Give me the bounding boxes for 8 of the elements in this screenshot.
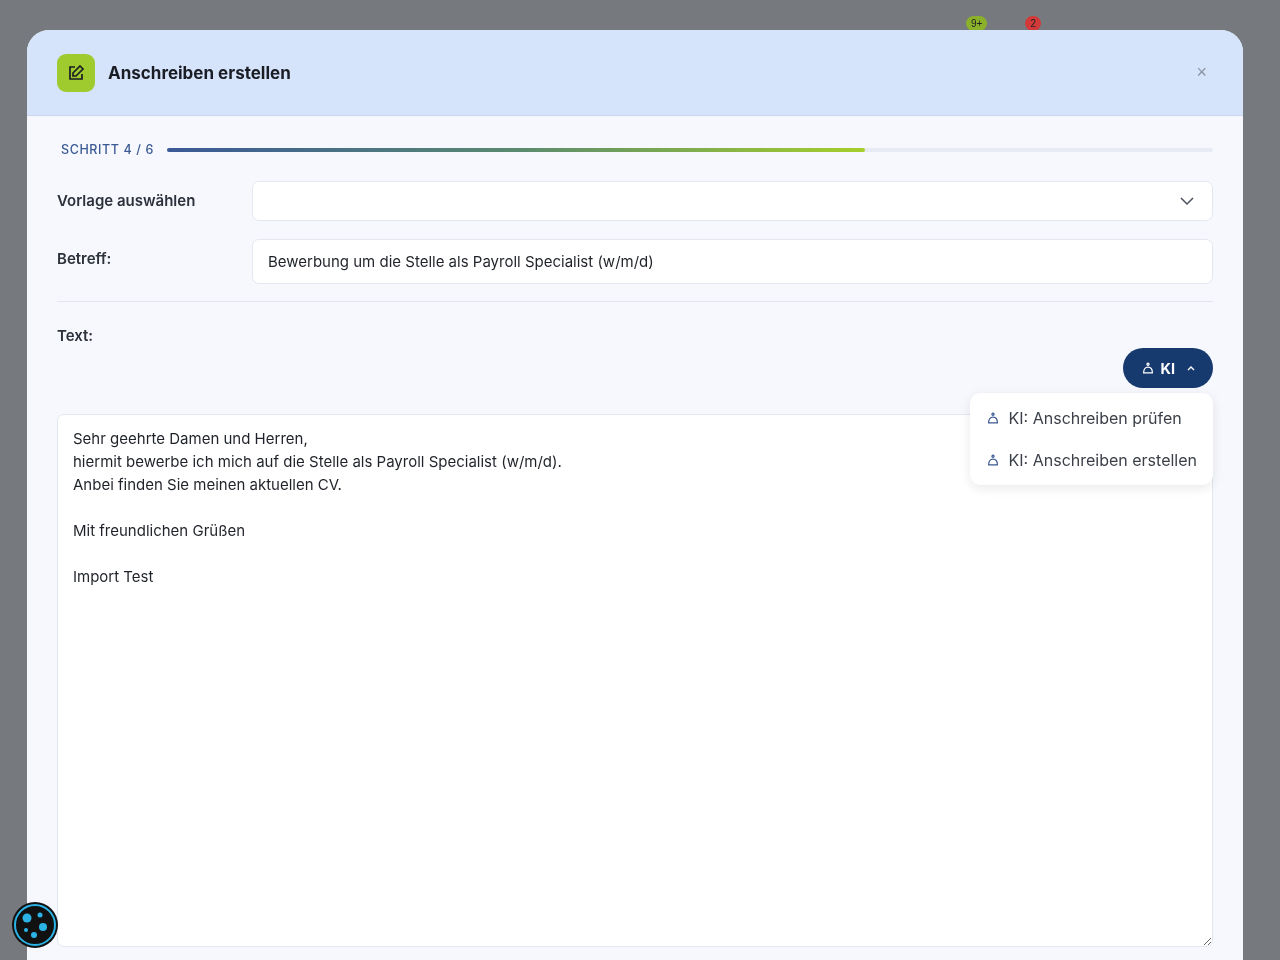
field-label: Betreff:	[57, 248, 113, 268]
field-label: Vorlage auswählen	[57, 190, 197, 210]
dialog-title: Anschreiben erstellen	[108, 62, 292, 83]
field-label: Text:	[57, 326, 95, 345]
ai-button[interactable]: KI	[1122, 348, 1213, 388]
subject-field[interactable]: Bewerbung um die Stelle als Payroll Specialist (w/m/d)	[252, 239, 1213, 284]
menu-item[interactable]: KI: Anschreiben erstellen	[969, 439, 1213, 481]
step-label: SCHRITT 4 / 6	[61, 142, 154, 157]
